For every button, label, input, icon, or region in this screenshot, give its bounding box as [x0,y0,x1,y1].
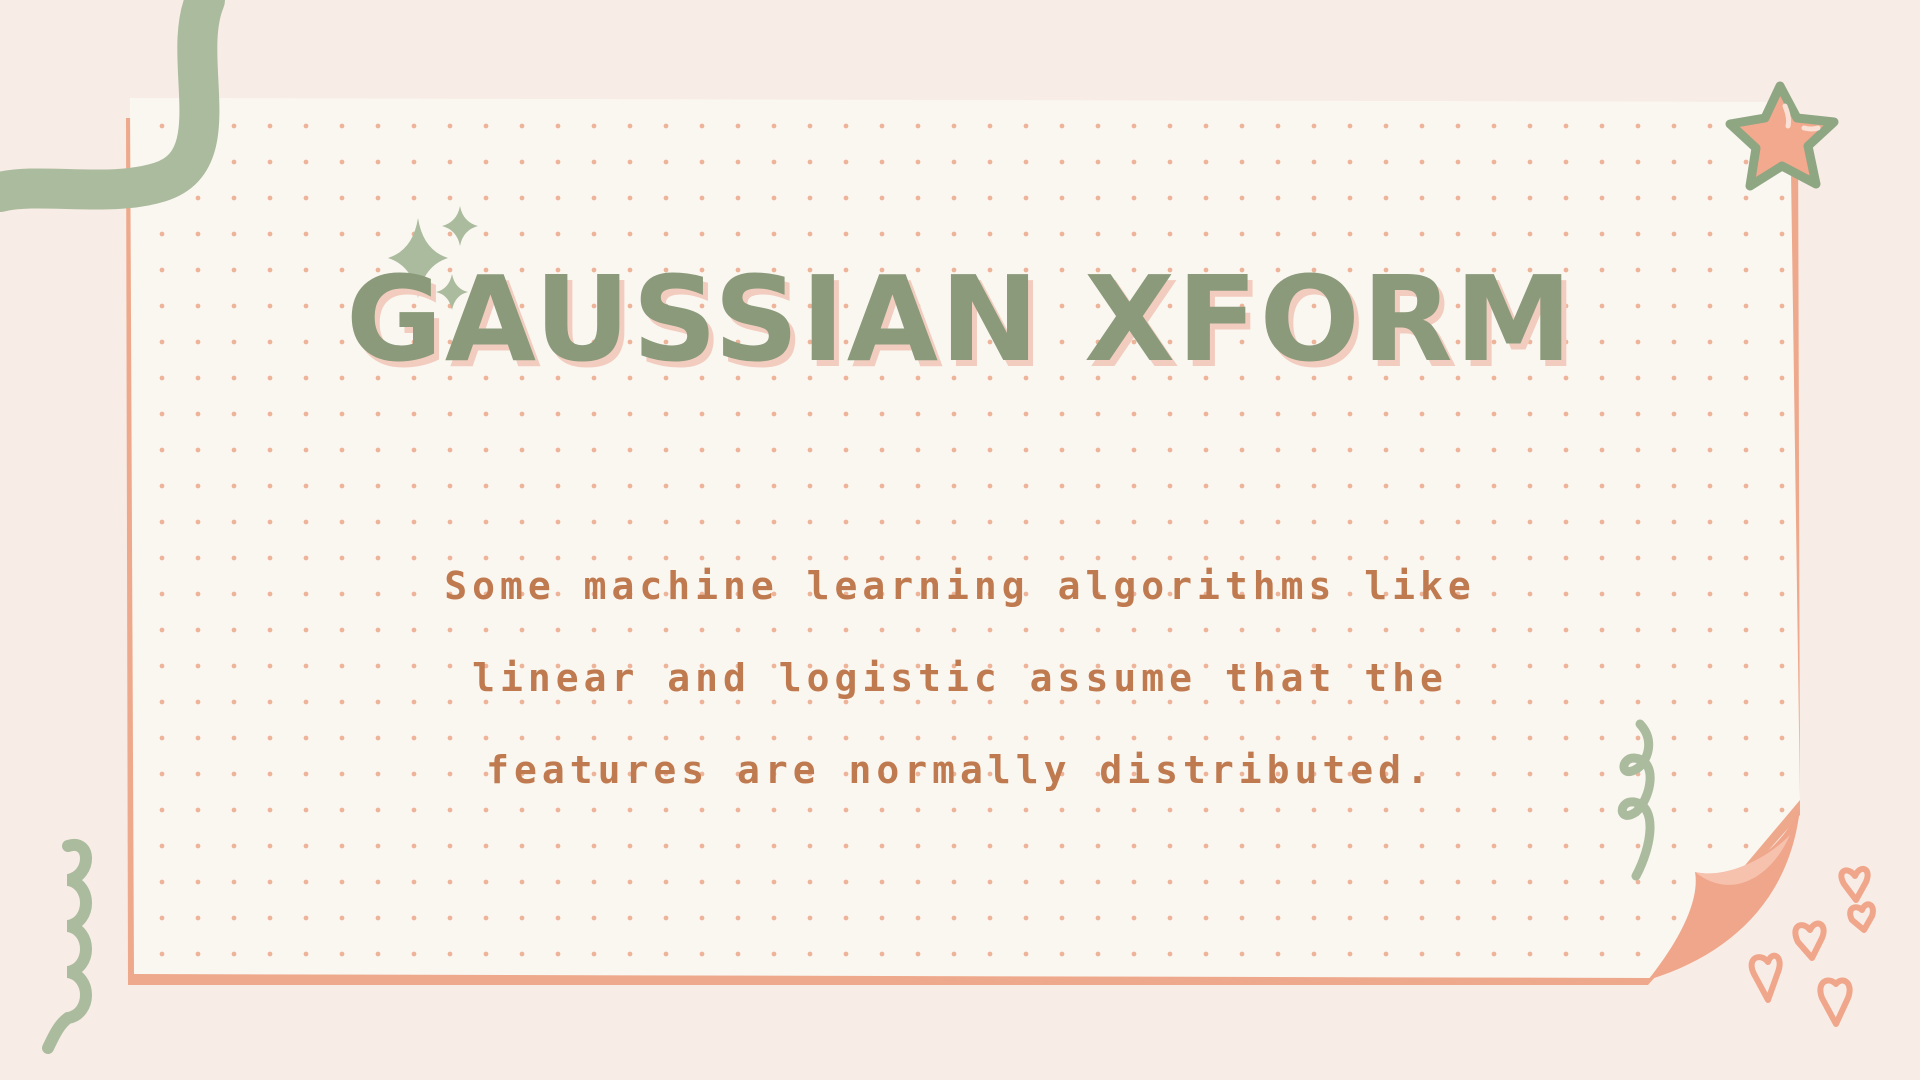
squiggle-left-icon [42,838,92,1054]
slide-canvas: GAUSSIAN XFORM Some machine learning alg… [0,0,1920,1080]
sage-wave-ribbon [0,0,225,212]
slide-body-text: Some machine learning algorithms like li… [444,564,1476,792]
dot-grid [130,98,1800,978]
slide-title: GAUSSIAN XFORM [345,250,1575,388]
